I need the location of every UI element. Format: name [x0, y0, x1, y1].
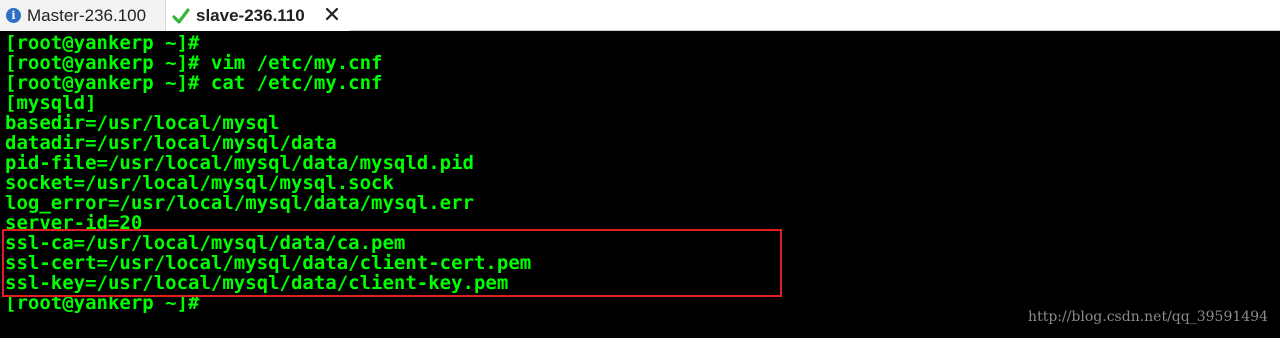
terminal-line: socket=/usr/local/mysql/mysql.sock: [5, 172, 394, 194]
terminal-output[interactable]: [root@yankerp ~]# [root@yankerp ~]# vim …: [0, 31, 1280, 338]
ssl-config-highlight: [2, 229, 782, 297]
terminal-window: i Master-236.100 slave-236.110 [root@yan…: [0, 0, 1280, 338]
terminal-line: log_error=/usr/local/mysql/data/mysql.er…: [5, 192, 474, 214]
tab-bar: i Master-236.100 slave-236.110: [0, 0, 1280, 31]
terminal-line: [root@yankerp ~]# vim /etc/my.cnf: [5, 52, 383, 74]
close-icon[interactable]: [324, 6, 340, 22]
info-icon: i: [6, 8, 21, 23]
terminal-line: pid-file=/usr/local/mysql/data/mysqld.pi…: [5, 152, 474, 174]
terminal-line: [root@yankerp ~]# cat /etc/my.cnf: [5, 72, 383, 94]
check-icon: [172, 7, 190, 24]
terminal-line: basedir=/usr/local/mysql: [5, 112, 280, 134]
tab-master[interactable]: i Master-236.100: [0, 0, 166, 31]
terminal-line: [mysqld]: [5, 92, 97, 114]
tab-label: slave-236.110: [196, 5, 305, 25]
tab-label: Master-236.100: [27, 5, 147, 25]
terminal-line: [root@yankerp ~]#: [5, 32, 200, 54]
tab-slave[interactable]: slave-236.110: [166, 0, 350, 31]
watermark: http://blog.csdn.net/qq_39591494: [1028, 309, 1268, 325]
terminal-line: datadir=/usr/local/mysql/data: [5, 132, 337, 154]
